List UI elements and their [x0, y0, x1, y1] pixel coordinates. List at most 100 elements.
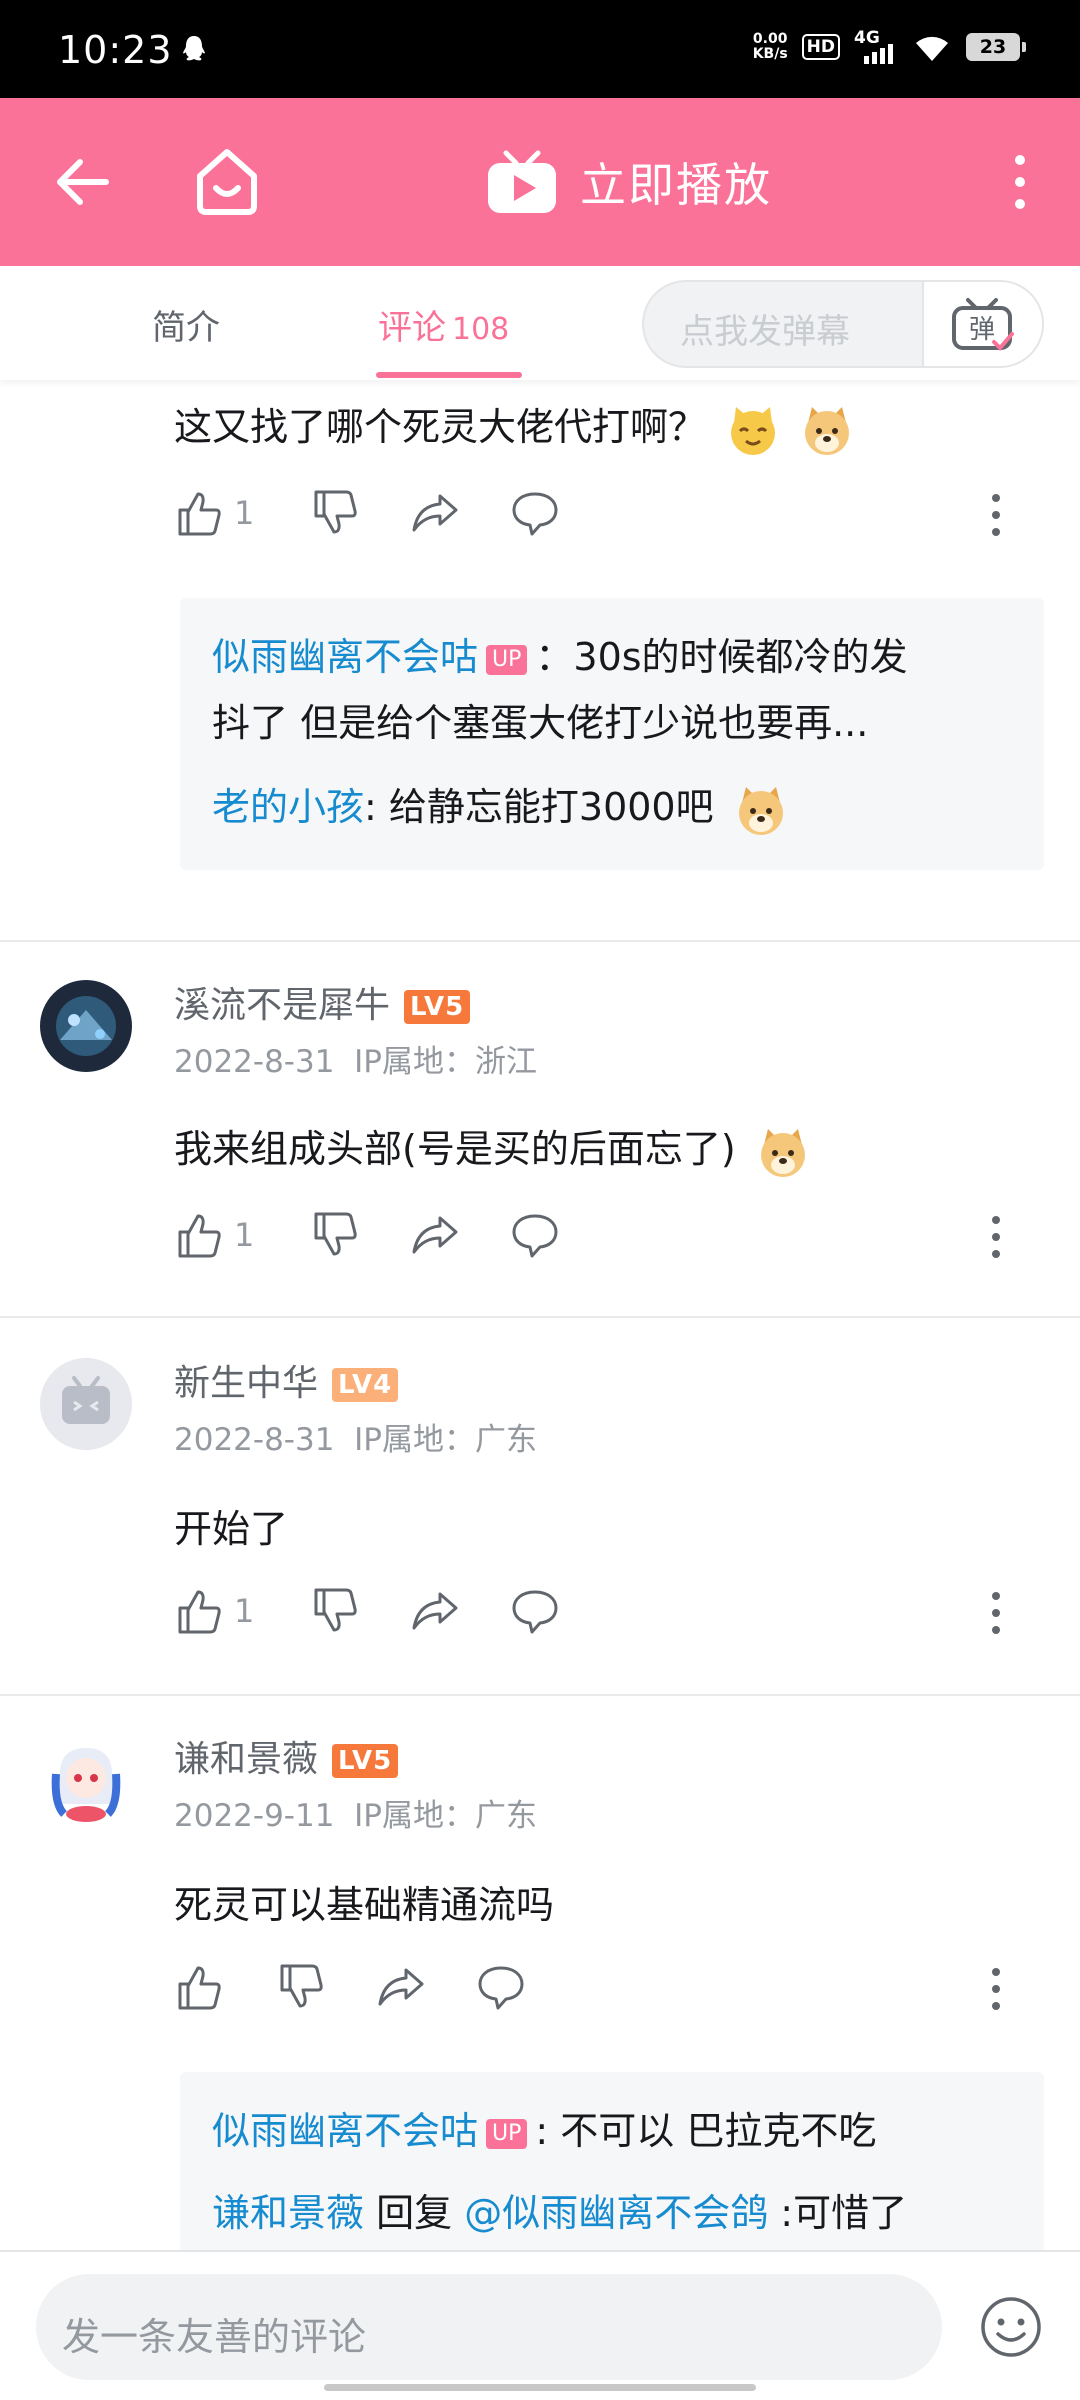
play-now-button[interactable]: 立即播放 [486, 144, 772, 220]
reply-username[interactable]: 似雨幽离不会咕 [212, 2109, 478, 2153]
status-bar: 10:23 0.00 KB/s HD 4G 23 [0, 0, 1080, 98]
home-icon[interactable] [190, 144, 264, 218]
battery-icon: 23 [966, 33, 1026, 61]
like-count: 1 [234, 1216, 255, 1254]
comment-divider [0, 1316, 1080, 1318]
share-icon[interactable] [410, 1210, 460, 1260]
reply-line: 老的小孩: 给静忘能打3000吧 [212, 776, 788, 837]
status-time: 10:23 [58, 28, 173, 72]
comment-ip: IP属地：广东 [354, 1422, 537, 1458]
comment-input-placeholder: 发一条友善的评论 [62, 2315, 367, 2359]
reply-icon[interactable] [510, 1586, 560, 1636]
svg-text:弹: 弹 [969, 315, 995, 345]
danmaku-toggle-icon: 弹 [952, 298, 1014, 351]
tab-comments[interactable]: 评论 108 [378, 300, 509, 349]
reply-icon[interactable] [476, 1962, 526, 2012]
comment-divider [0, 1694, 1080, 1696]
avatar[interactable] [40, 980, 132, 1072]
reply-username[interactable]: 老的小孩 [212, 785, 364, 829]
comment-more-icon[interactable] [978, 1588, 1014, 1638]
comment-date: 2022-8-31 [174, 1422, 335, 1458]
comment-username[interactable]: 谦和景薇 LV5 [174, 1730, 399, 1782]
comment-meta: 2022-9-11 IP属地：广东 [174, 1790, 537, 1835]
danmaku-input[interactable]: 点我发弹幕 弹 [642, 280, 1044, 368]
like-icon[interactable] [174, 488, 224, 538]
comment-ip: IP属地：浙江 [354, 1044, 537, 1080]
danmaku-toggle-button[interactable]: 弹 [922, 282, 1042, 366]
cat-emoji-icon [731, 406, 776, 455]
reply-preview-box[interactable]: 似雨幽离不会咕 UP ：30s的时候都冷的发 抖了 但是给个塞蛋大佬打少说也要再..… [180, 598, 1044, 870]
tab-intro[interactable]: 简介 [152, 300, 220, 349]
like-icon[interactable] [174, 1586, 224, 1636]
level-badge: LV5 [404, 990, 471, 1024]
comment-input[interactable]: 发一条友善的评论 [36, 2274, 942, 2380]
comment-username[interactable]: 溪流不是犀牛 LV5 [174, 976, 471, 1028]
tv-play-icon [488, 150, 556, 213]
dislike-icon[interactable] [310, 1210, 360, 1260]
comment-text: 这又找了哪个死灵大佬代打啊？ [174, 396, 854, 457]
share-icon[interactable] [410, 1586, 460, 1636]
more-options-icon[interactable] [1000, 152, 1040, 212]
like-icon[interactable] [174, 1962, 224, 2012]
back-arrow-icon[interactable] [52, 150, 116, 214]
comment-username[interactable]: 新生中华 LV4 [174, 1354, 399, 1406]
comment-list[interactable]: 这又找了哪个死灵大佬代打啊？ 1 似雨幽离不会咕 UP ：30s的时候都冷的发 … [0, 380, 1080, 2250]
level-badge: LV4 [332, 1368, 399, 1402]
comment-date: 2022-9-11 [174, 1798, 335, 1834]
emoji-picker-icon[interactable] [980, 2296, 1042, 2358]
reply-preview-box[interactable]: 似雨幽离不会咕 UP: 不可以 巴拉克不吃 谦和景薇 回复 @似雨幽离不会鸽 :可… [180, 2072, 1044, 2250]
comment-text: 死灵可以基础精通流吗 [174, 1883, 555, 1927]
gesture-navigation-bar[interactable] [324, 2384, 756, 2391]
hd-icon: HD [801, 34, 840, 60]
comment-more-icon[interactable] [978, 1964, 1014, 2014]
danmaku-placeholder: 点我发弹幕 [680, 312, 850, 352]
comment-text: 开始了 [174, 1507, 289, 1551]
dislike-icon[interactable] [310, 1586, 360, 1636]
level-badge: LV5 [332, 1744, 399, 1778]
comment-text: 我来组成头部(号是买的后面忘了) [174, 1118, 810, 1179]
reply-mention[interactable]: @似雨幽离不会鸽 [464, 2191, 768, 2235]
comment-compose-bar: 发一条友善的评论 [0, 2250, 1080, 2400]
doge-emoji-icon [760, 1128, 805, 1177]
like-count: 1 [234, 1592, 255, 1630]
wifi-icon [916, 36, 948, 61]
dislike-icon[interactable] [310, 488, 360, 538]
active-tab-indicator [376, 372, 522, 378]
up-badge: UP [486, 644, 528, 675]
avatar[interactable] [40, 1734, 132, 1826]
dislike-icon[interactable] [276, 1962, 326, 2012]
doge-emoji-icon [738, 786, 783, 835]
default-avatar-icon [62, 1376, 110, 1424]
comment-divider [0, 940, 1080, 942]
reply-line-continued: 抖了 但是给个塞蛋大佬打少说也要再... [212, 701, 869, 745]
doge-emoji-icon [805, 406, 850, 455]
comments-count: 108 [452, 312, 510, 347]
reply-icon[interactable] [510, 488, 560, 538]
network-speed: 0.00 KB/s [752, 31, 788, 62]
comment-actions: 1 [174, 488, 1014, 544]
comment-actions: 1 [174, 1586, 1014, 1642]
comment-date: 2022-8-31 [174, 1044, 335, 1080]
comment-more-icon[interactable] [978, 490, 1014, 540]
qq-notification-icon [183, 36, 205, 61]
reply-icon[interactable] [510, 1210, 560, 1260]
comment-meta: 2022-8-31 IP属地：浙江 [174, 1036, 537, 1081]
comment-actions [174, 1962, 1014, 2018]
up-badge: UP [486, 2118, 528, 2149]
comment-meta: 2022-8-31 IP属地：广东 [174, 1414, 537, 1459]
share-icon[interactable] [376, 1962, 426, 2012]
video-header-bar: 立即播放 [0, 98, 1080, 266]
like-icon[interactable] [174, 1210, 224, 1260]
comment-ip: IP属地：广东 [354, 1798, 537, 1834]
avatar[interactable] [40, 1358, 132, 1450]
reply-line: 谦和景薇 回复 @似雨幽离不会鸽 :可惜了 [212, 2191, 908, 2235]
play-now-label: 立即播放 [580, 158, 772, 212]
share-icon[interactable] [410, 488, 460, 538]
reply-username[interactable]: 似雨幽离不会咕 [212, 635, 478, 679]
reply-username[interactable]: 谦和景薇 [212, 2191, 364, 2235]
tab-bar: 简介 评论 108 点我发弹幕 弹 [0, 266, 1080, 380]
reply-line: 似雨幽离不会咕 UP ：30s的时候都冷的发 [212, 635, 908, 679]
cellular-signal-icon: 4G [854, 28, 898, 64]
comment-more-icon[interactable] [978, 1212, 1014, 1262]
reply-line: 似雨幽离不会咕 UP: 不可以 巴拉克不吃 [212, 2109, 877, 2153]
